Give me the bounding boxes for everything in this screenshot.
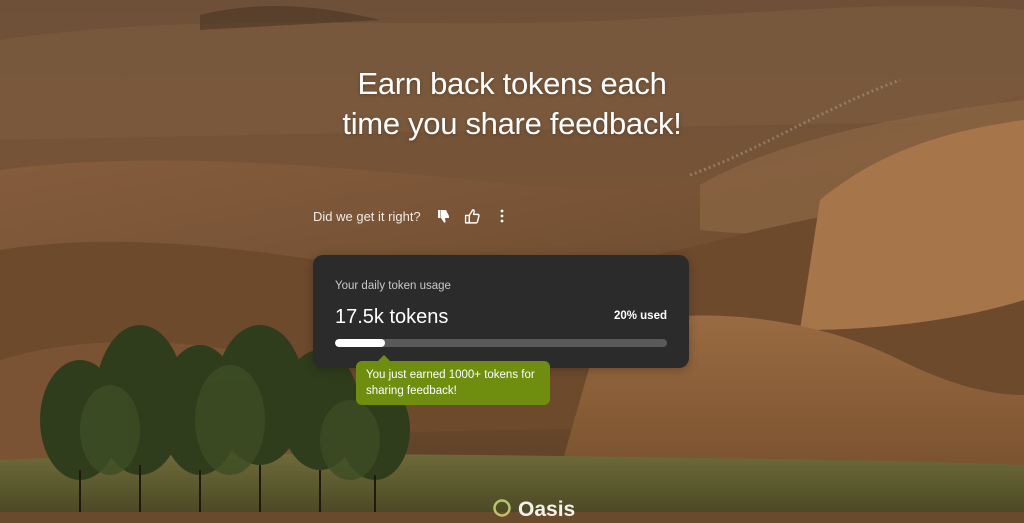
thumbs-up-icon[interactable] xyxy=(461,204,485,228)
token-usage-progress-track xyxy=(335,339,667,347)
feedback-row: Did we get it right? xyxy=(313,204,519,228)
oasis-logo-icon xyxy=(492,498,512,523)
brand: Oasis xyxy=(492,498,575,522)
brand-name: Oasis xyxy=(518,498,576,521)
tooltip-line-2: sharing feedback! xyxy=(366,385,457,397)
more-vertical-icon[interactable] xyxy=(490,204,514,228)
token-usage-card: Your daily token usage 17.5k tokens 20% … xyxy=(313,255,689,368)
token-usage-value: 17.5k tokens xyxy=(335,306,449,328)
tooltip-line-1: You just earned 1000+ tokens for xyxy=(366,369,535,381)
earned-tokens-tooltip: You just earned 1000+ tokens for sharing… xyxy=(356,355,550,405)
headline: Earn back tokens each time you share fee… xyxy=(0,64,1024,144)
thumbs-down-icon[interactable] xyxy=(432,204,456,228)
headline-line-1: Earn back tokens each xyxy=(357,66,667,101)
token-usage-label: Your daily token usage xyxy=(335,280,451,292)
feedback-question: Did we get it right? xyxy=(313,208,421,224)
token-usage-percent: 20% used xyxy=(613,310,667,322)
headline-line-2: time you share feedback! xyxy=(342,106,682,141)
token-usage-progress-fill xyxy=(335,339,385,347)
